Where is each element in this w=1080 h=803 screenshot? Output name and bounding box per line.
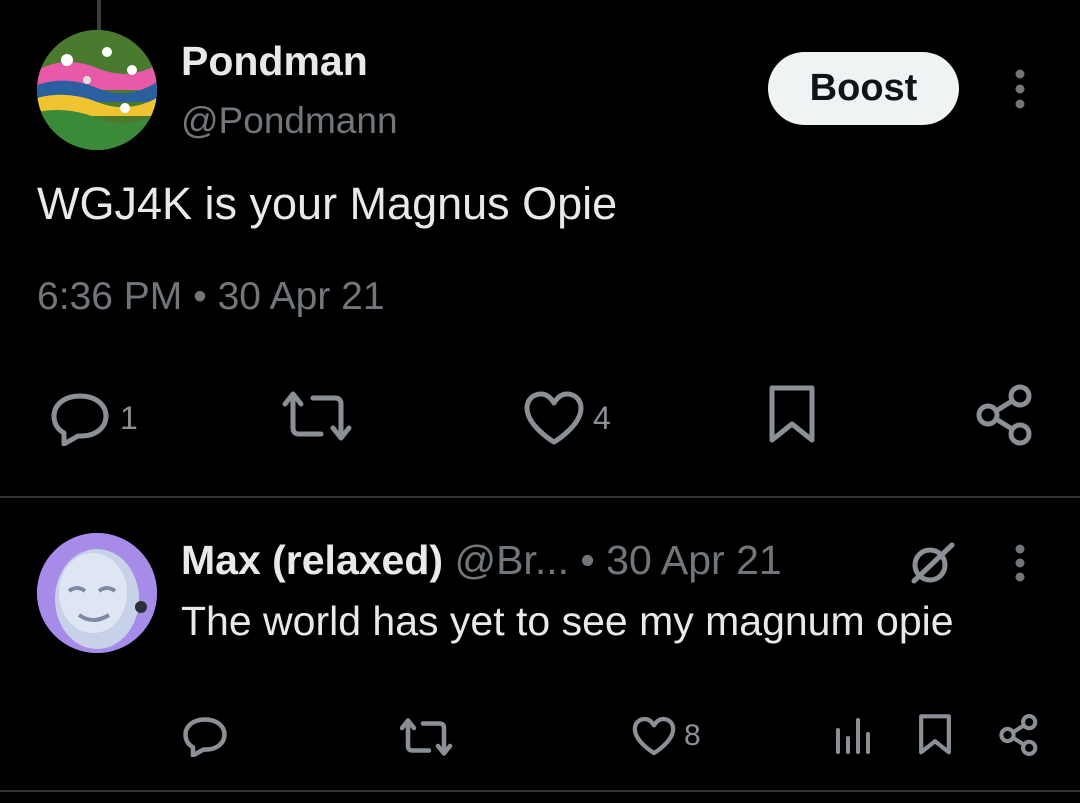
like-icon xyxy=(523,390,585,446)
reply-like-button[interactable]: 8 xyxy=(632,716,701,756)
author-avatar[interactable] xyxy=(37,30,157,150)
boost-button[interactable]: Boost xyxy=(768,52,959,125)
reply-like-count: 8 xyxy=(684,719,701,752)
bookmark-icon xyxy=(766,384,818,446)
more-vertical-icon[interactable] xyxy=(1002,543,1038,583)
post-divider xyxy=(0,496,1080,498)
reply-author-name[interactable]: Max (relaxed) xyxy=(181,537,443,583)
reply-text: The world has yet to see my magnum opie xyxy=(181,598,954,644)
retweet-button[interactable] xyxy=(281,390,353,442)
reply-bookmark-button[interactable] xyxy=(917,713,953,757)
like-icon xyxy=(632,716,676,756)
views-icon xyxy=(832,716,872,756)
author-name[interactable]: Pondman xyxy=(181,38,368,85)
share-button[interactable] xyxy=(974,384,1036,446)
retweet-icon xyxy=(281,390,353,442)
reply-icon xyxy=(48,390,112,446)
bookmark-icon xyxy=(917,713,953,757)
bottom-divider xyxy=(0,790,1080,792)
retweet-icon xyxy=(399,717,453,757)
reply-author-handle[interactable]: @Br... xyxy=(454,537,569,583)
reply-icon xyxy=(181,715,229,757)
like-count: 4 xyxy=(593,399,611,436)
reply-count: 1 xyxy=(120,399,138,436)
thread-connector-line xyxy=(97,0,101,30)
share-icon xyxy=(974,384,1036,446)
post-timestamp[interactable]: 6:36 PM • 30 Apr 21 xyxy=(37,275,385,319)
author-handle[interactable]: @Pondmann xyxy=(181,100,398,142)
reply-share-button[interactable] xyxy=(998,714,1040,756)
views-button[interactable] xyxy=(832,716,872,756)
more-vertical-icon[interactable] xyxy=(1002,68,1038,110)
reply-date[interactable]: • 30 Apr 21 xyxy=(580,537,781,583)
reply-author-avatar[interactable] xyxy=(37,533,157,653)
reply-button[interactable]: 1 xyxy=(48,390,138,446)
share-icon xyxy=(998,714,1040,756)
grok-icon[interactable] xyxy=(906,541,958,585)
reply-retweet-button[interactable] xyxy=(399,717,453,757)
post-text: WGJ4K is your Magnus Opie xyxy=(37,178,618,229)
reply-reply-button[interactable] xyxy=(181,715,229,757)
reply-header: Max (relaxed) @Br... • 30 Apr 21 xyxy=(181,537,782,584)
like-button[interactable]: 4 xyxy=(523,390,611,446)
bookmark-button[interactable] xyxy=(766,384,818,446)
